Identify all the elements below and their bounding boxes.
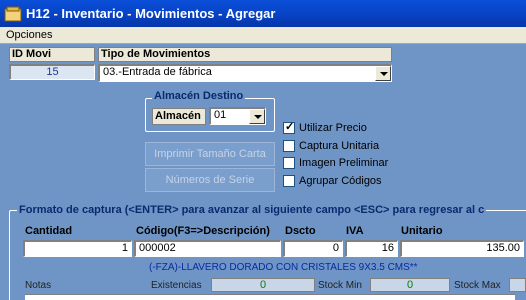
dscto-header: Dscto bbox=[285, 225, 316, 237]
iva-header: IVA bbox=[346, 225, 364, 237]
dscto-input[interactable]: 0 bbox=[283, 240, 343, 257]
notas-field[interactable] bbox=[25, 294, 515, 300]
almacen-destino-label: Almacén Destino bbox=[152, 90, 246, 102]
product-description: (-FZA)-LLAVERO DORADO CON CRISTALES 9X3.… bbox=[149, 262, 418, 273]
checkbox-utilizar-precio[interactable]: Utilizar Precio bbox=[283, 120, 367, 134]
checkbox-unchecked-icon bbox=[283, 140, 295, 152]
stock-min-field: 0 bbox=[370, 278, 450, 292]
checkbox-unchecked-icon bbox=[283, 157, 295, 169]
id-movi-label: ID Movi bbox=[9, 47, 95, 62]
checkbox-label: Captura Unitaria bbox=[299, 140, 380, 152]
codigo-header: Código(F3=>Descripción) bbox=[136, 225, 270, 237]
checkbox-unchecked-icon bbox=[283, 175, 295, 187]
menu-bar: Opciones bbox=[0, 27, 526, 44]
iva-input[interactable]: 16 bbox=[345, 240, 398, 257]
existencias-field: 0 bbox=[211, 278, 315, 292]
tipo-movimientos-label: Tipo de Movimientos bbox=[98, 47, 392, 62]
notas-label: Notas bbox=[25, 280, 52, 291]
capture-instructions: Formato de captura (<ENTER> para avanzar… bbox=[17, 204, 487, 216]
checkbox-label: Agrupar Códigos bbox=[299, 175, 382, 187]
checkbox-imagen-preliminar[interactable]: Imagen Preliminar bbox=[283, 157, 388, 169]
stock-max-label: Stock Max bbox=[454, 280, 501, 291]
almacen-label: Almacén bbox=[152, 108, 206, 125]
stock-min-label: Stock Min bbox=[318, 280, 362, 291]
chevron-down-icon[interactable] bbox=[375, 66, 391, 81]
checkbox-label: Utilizar Precio bbox=[299, 122, 367, 134]
form-body: ID Movi 15 Tipo de Movimientos 03.-Entra… bbox=[0, 44, 526, 300]
cantidad-input[interactable]: 1 bbox=[23, 240, 132, 257]
stock-max-field bbox=[509, 278, 526, 292]
checkbox-label: Imagen Preliminar bbox=[299, 157, 389, 169]
codigo-input[interactable]: 000002 bbox=[134, 240, 281, 257]
id-movi-field: 15 bbox=[9, 64, 95, 80]
menu-item-opciones[interactable]: Opciones bbox=[6, 29, 52, 41]
tipo-movimientos-select[interactable]: 03.-Entrada de fábrica bbox=[98, 64, 392, 82]
almacen-value: 01 bbox=[214, 109, 227, 121]
cantidad-header: Cantidad bbox=[25, 225, 73, 237]
unitario-input[interactable]: 135.00 bbox=[400, 240, 524, 257]
numeros-serie-button[interactable]: Números de Serie bbox=[145, 168, 275, 192]
checkbox-captura-unitaria[interactable]: Captura Unitaria bbox=[283, 140, 379, 152]
checkbox-agrupar-codigos[interactable]: Agrupar Códigos bbox=[283, 175, 382, 187]
tipo-movimientos-value: 03.-Entrada de fábrica bbox=[103, 66, 212, 78]
almacen-select[interactable]: 01 bbox=[209, 107, 266, 125]
window-titlebar: H12 - Inventario - Movimientos - Agregar bbox=[0, 0, 526, 27]
app-icon bbox=[4, 6, 22, 21]
imprimir-button[interactable]: Imprimir Tamaño Carta bbox=[145, 142, 275, 166]
window-title: H12 - Inventario - Movimientos - Agregar bbox=[26, 6, 276, 21]
chevron-down-icon[interactable] bbox=[249, 109, 265, 124]
unitario-header: Unitario bbox=[401, 225, 443, 237]
existencias-label: Existencias bbox=[151, 280, 202, 291]
checkbox-checked-icon bbox=[283, 120, 295, 134]
